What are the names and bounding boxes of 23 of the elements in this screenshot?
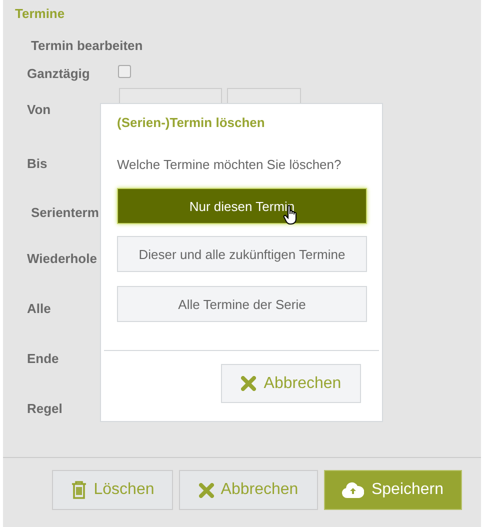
- close-icon: [240, 376, 256, 391]
- save-button[interactable]: Speichern: [324, 470, 462, 510]
- field-label: Wiederhole: [27, 250, 98, 266]
- field-label: Von: [27, 102, 52, 116]
- cancel-button[interactable]: Abbrechen: [221, 364, 361, 403]
- checkbox[interactable]: [118, 64, 131, 78]
- trash-icon: [70, 481, 87, 499]
- close-icon: [198, 482, 214, 498]
- cloud-upload-icon: [342, 482, 364, 498]
- field-label: Bis: [27, 156, 48, 170]
- option-button[interactable]: Alle Termine der Serie: [117, 286, 367, 322]
- dialog-message: Welche Termine möchten Sie löschen?: [117, 157, 342, 172]
- delete-button[interactable]: Löschen: [52, 470, 173, 510]
- section-title: Termine: [15, 6, 65, 21]
- field-label: Regel: [27, 400, 64, 416]
- field-label: Ganztägig: [27, 66, 91, 80]
- option-button[interactable]: Dieser und alle zukünftigen Termine: [117, 236, 367, 272]
- cancel-button[interactable]: Abbrechen: [179, 470, 318, 510]
- form-heading: Termin bearbeiten: [30, 38, 144, 55]
- field-label: Ende: [27, 350, 60, 366]
- form-heading: Serienterm: [30, 205, 99, 220]
- dialog-title: (Serien-)Termin löschen: [117, 115, 266, 130]
- field-label: Alle: [27, 300, 52, 316]
